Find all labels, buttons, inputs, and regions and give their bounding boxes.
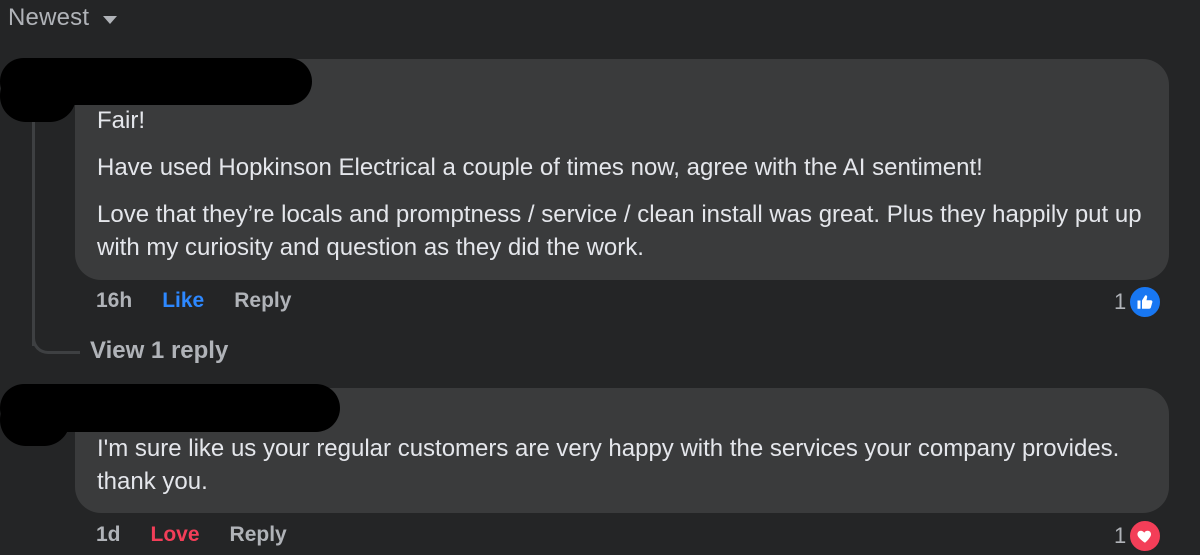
- like-button[interactable]: Like: [162, 289, 204, 313]
- reaction-summary[interactable]: 1: [1114, 519, 1163, 553]
- reply-button[interactable]: Reply: [234, 289, 291, 313]
- comment-text: Fair!: [97, 107, 145, 134]
- comment-text: I'm sure like us your regular customers …: [97, 435, 1120, 495]
- chevron-down-icon: [103, 16, 118, 24]
- reply-button[interactable]: Reply: [230, 523, 287, 547]
- comment-actions: 1d Love Reply: [96, 523, 287, 547]
- comment-timestamp[interactable]: 16h: [96, 289, 132, 313]
- thread-line-curve: [32, 318, 80, 354]
- comment-actions: 16h Like Reply: [96, 289, 291, 313]
- reaction-count: 1: [1114, 523, 1127, 548]
- redacted-avatar: [0, 70, 76, 122]
- redacted-avatar: [0, 394, 70, 446]
- comment-timestamp[interactable]: 1d: [96, 523, 121, 547]
- reaction-count: 1: [1114, 289, 1127, 314]
- reaction-summary[interactable]: 1: [1114, 285, 1163, 319]
- heart-icon: [1128, 519, 1163, 553]
- love-button[interactable]: Love: [151, 523, 200, 547]
- comment-text: Love that they’re locals and promptness …: [97, 201, 1142, 261]
- sort-label: Newest: [8, 4, 90, 31]
- comment-text: Have used Hopkinson Electrical a couple …: [97, 154, 983, 181]
- view-replies-link[interactable]: View 1 reply: [90, 337, 228, 365]
- sort-dropdown[interactable]: Newest: [8, 4, 118, 32]
- thumbs-up-icon: [1128, 285, 1163, 319]
- thread-line: [32, 118, 35, 346]
